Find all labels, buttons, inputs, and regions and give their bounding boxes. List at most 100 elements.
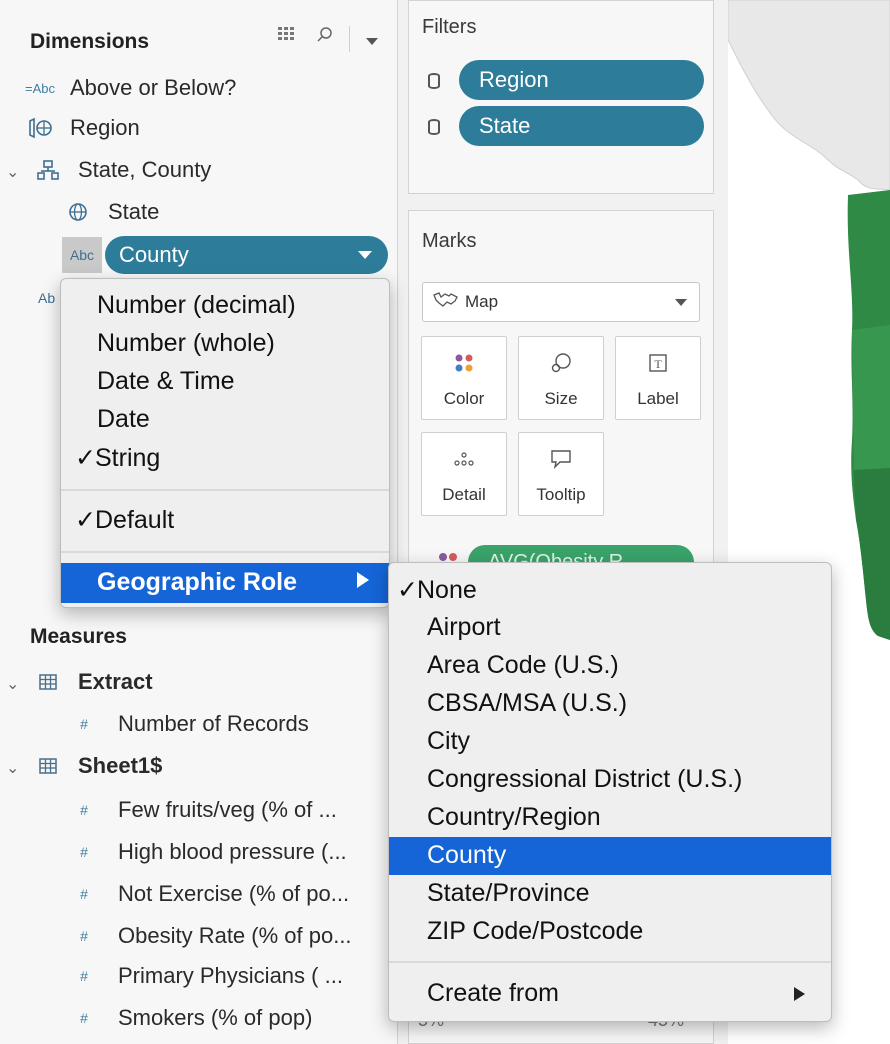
measure-item[interactable]: # High blood pressure (... bbox=[64, 834, 347, 870]
measure-label: Obesity Rate (% of po... bbox=[118, 923, 352, 948]
sheet-chevron-down-icon[interactable]: ⌄ bbox=[6, 758, 19, 778]
menu-separator bbox=[389, 961, 831, 963]
table-icon bbox=[28, 758, 68, 774]
field-label: Above or Below? bbox=[70, 75, 237, 100]
group-label: Extract bbox=[78, 669, 153, 694]
field-label: State bbox=[108, 199, 160, 224]
tooltip-bubble-icon bbox=[519, 445, 603, 473]
geo-item-zip-code[interactable]: ZIP Code/Postcode bbox=[427, 917, 643, 946]
menu-item-string[interactable]: ✓String bbox=[75, 443, 160, 473]
size-button[interactable]: Size bbox=[518, 336, 604, 420]
detail-button[interactable]: Detail bbox=[421, 432, 507, 516]
number-icon: # bbox=[80, 968, 88, 984]
geo-item-city[interactable]: City bbox=[427, 727, 470, 756]
hierarchy-icon bbox=[28, 159, 68, 181]
search-icon[interactable] bbox=[316, 26, 334, 49]
geo-item-create-from[interactable]: Create from bbox=[427, 979, 559, 1008]
size-bubble-icon bbox=[519, 349, 603, 377]
measure-item[interactable]: # Smokers (% of pop) bbox=[64, 1000, 312, 1036]
measure-item[interactable]: # Not Exercise (% of po... bbox=[64, 876, 349, 912]
measure-item[interactable]: # Number of Records bbox=[64, 706, 309, 742]
measure-label: Number of Records bbox=[118, 711, 309, 736]
menu-item-number-whole[interactable]: Number (whole) bbox=[97, 329, 275, 358]
data-type-menu: Number (decimal) Number (whole) Date & T… bbox=[60, 278, 390, 608]
chevron-down-icon bbox=[675, 299, 687, 306]
mark-type-label: Map bbox=[465, 292, 499, 311]
field-region[interactable]: Region bbox=[20, 110, 140, 146]
measure-group-extract[interactable]: Extract bbox=[28, 664, 153, 700]
geo-item-cbsa-msa[interactable]: CBSA/MSA (U.S.) bbox=[427, 689, 627, 718]
measure-label: Few fruits/veg (% of ... bbox=[118, 797, 337, 822]
filters-title: Filters bbox=[422, 16, 477, 38]
measure-label: Not Exercise (% of po... bbox=[118, 881, 350, 906]
filter-pill-region[interactable]: Region bbox=[459, 60, 704, 100]
table-icon bbox=[28, 674, 68, 690]
geo-item-none[interactable]: ✓None bbox=[397, 575, 477, 605]
menu-item-date[interactable]: Date bbox=[97, 405, 150, 434]
color-button[interactable]: Color bbox=[421, 336, 507, 420]
menu-item-label: None bbox=[417, 576, 477, 604]
svg-text:T: T bbox=[654, 357, 662, 371]
menu-item-number-decimal[interactable]: Number (decimal) bbox=[97, 291, 296, 320]
detail-label: Detail bbox=[442, 485, 486, 504]
checkmark-icon: ✓ bbox=[75, 506, 96, 534]
geo-item-area-code[interactable]: Area Code (U.S.) bbox=[427, 651, 619, 680]
menu-item-date-time[interactable]: Date & Time bbox=[97, 367, 235, 396]
field-state[interactable]: State bbox=[58, 194, 159, 230]
label-button[interactable]: T Label bbox=[615, 336, 701, 420]
menu-separator bbox=[61, 489, 389, 491]
field-state-county-hierarchy[interactable]: State, County bbox=[28, 152, 211, 188]
number-icon: # bbox=[80, 716, 88, 732]
submenu-arrow-icon bbox=[794, 987, 805, 1001]
field-label: Region bbox=[70, 115, 140, 140]
geo-item-congressional-district[interactable]: Congressional District (U.S.) bbox=[427, 765, 742, 794]
string-calc-icon: =Abc bbox=[25, 80, 55, 96]
menu-separator bbox=[61, 551, 389, 553]
group-label: Sheet1$ bbox=[78, 753, 163, 778]
geo-item-state-province[interactable]: State/Province bbox=[427, 879, 590, 908]
string-type-icon[interactable]: Abc bbox=[62, 237, 102, 273]
detail-dots-icon bbox=[422, 445, 506, 473]
number-icon: # bbox=[80, 886, 88, 902]
tooltip-button[interactable]: Tooltip bbox=[518, 432, 604, 516]
field-above-or-below[interactable]: =Abc Above or Below? bbox=[20, 70, 236, 106]
text-label-icon: T bbox=[616, 349, 700, 377]
measure-item[interactable]: # Few fruits/veg (% of ... bbox=[64, 792, 337, 828]
menu-item-geographic-role[interactable]: Geographic Role bbox=[61, 563, 389, 603]
checkmark-icon: ✓ bbox=[75, 444, 96, 472]
pane-menu-chevron-icon[interactable] bbox=[366, 38, 378, 45]
geo-item-country-region[interactable]: Country/Region bbox=[427, 803, 601, 832]
measure-item[interactable]: # Primary Physicians ( ... bbox=[64, 958, 343, 994]
label-label: Label bbox=[637, 389, 679, 408]
geographic-role-menu: ✓None Airport Area Code (U.S.) CBSA/MSA … bbox=[388, 562, 832, 1022]
globe-icon bbox=[58, 202, 98, 222]
measures-title: Measures bbox=[30, 625, 127, 648]
color-label: Color bbox=[443, 389, 485, 408]
measure-item[interactable]: # Obesity Rate (% of po... bbox=[64, 918, 352, 954]
menu-item-label: Geographic Role bbox=[97, 568, 298, 596]
menu-item-default[interactable]: ✓Default bbox=[75, 505, 174, 535]
pill-dropdown-icon[interactable] bbox=[358, 251, 372, 259]
marks-title: Marks bbox=[422, 230, 477, 252]
size-label: Size bbox=[544, 389, 578, 408]
view-cards-icon[interactable] bbox=[278, 26, 298, 47]
extract-chevron-down-icon[interactable]: ⌄ bbox=[6, 674, 19, 694]
color-dots-icon bbox=[422, 349, 506, 377]
geo-group-icon bbox=[20, 117, 60, 139]
submenu-arrow-icon bbox=[357, 572, 369, 588]
number-icon: # bbox=[80, 802, 88, 818]
geo-item-airport[interactable]: Airport bbox=[427, 613, 501, 642]
number-icon: # bbox=[80, 928, 88, 944]
menu-item-label: String bbox=[95, 444, 161, 472]
mark-type-select[interactable]: Map bbox=[422, 282, 700, 322]
hidden-field-icon: Ab bbox=[38, 290, 56, 306]
filter-pill-state[interactable]: State bbox=[459, 106, 704, 146]
geo-item-county[interactable]: County bbox=[389, 837, 831, 875]
hierarchy-chevron-down-icon[interactable]: ⌄ bbox=[6, 162, 19, 182]
checkmark-icon: ✓ bbox=[397, 576, 418, 604]
field-county-pill[interactable]: County bbox=[105, 236, 388, 274]
toolbar-divider bbox=[349, 26, 350, 52]
map-mark-icon bbox=[433, 291, 459, 313]
menu-item-label: Default bbox=[95, 506, 175, 534]
measure-group-sheet1[interactable]: Sheet1$ bbox=[28, 748, 162, 784]
